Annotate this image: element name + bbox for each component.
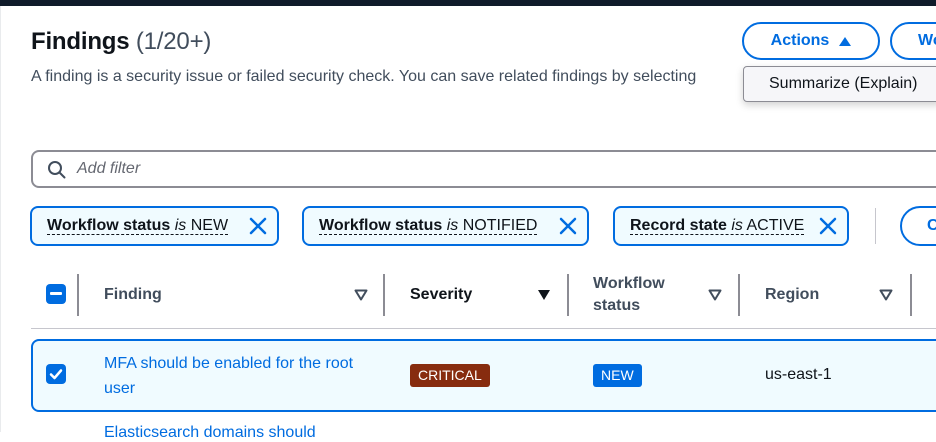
actions-menu: Summarize (Explain)	[743, 66, 936, 102]
workflow-status-badge: NEW	[593, 364, 642, 387]
findings-count: (1/20+)	[135, 28, 212, 55]
column-divider	[383, 274, 385, 316]
row-checkbox[interactable]	[46, 364, 66, 384]
filter-chip-label: Workflow status is NEW	[47, 217, 229, 235]
next-finding-link[interactable]: Elasticsearch domains should	[104, 424, 316, 442]
table-header-divider	[31, 328, 936, 329]
page-title: Findings (1/20+)	[31, 28, 211, 56]
page-title-text: Findings	[31, 28, 130, 55]
severity-badge: CRITICAL	[410, 364, 490, 387]
close-icon[interactable]	[249, 217, 267, 235]
column-header-workflow-line1: Workflow	[593, 275, 665, 292]
filter-placeholder: Add filter	[77, 160, 141, 177]
caret-up-icon	[839, 36, 852, 46]
actions-button[interactable]: Actions	[742, 22, 880, 60]
search-icon	[48, 161, 66, 179]
filter-chip[interactable]: Record state is ACTIVE	[613, 206, 849, 246]
check-icon	[49, 369, 63, 380]
left-divider	[0, 6, 1, 432]
sort-icon[interactable]	[879, 289, 893, 301]
top-nav-bar	[0, 0, 936, 6]
sort-descending-icon[interactable]	[537, 289, 551, 301]
filter-chip-label: Record state is ACTIVE	[630, 217, 805, 235]
sort-icon[interactable]	[708, 289, 722, 301]
filter-chip[interactable]: Workflow status is NEW	[30, 206, 279, 246]
column-header-finding[interactable]: Finding	[104, 286, 162, 304]
filter-chip-label: Workflow status is NOTIFIED	[319, 217, 538, 235]
finding-title-link[interactable]: MFA should be enabled for the root user	[104, 351, 364, 401]
column-divider	[738, 274, 740, 316]
menu-item-summarize[interactable]: Summarize (Explain)	[769, 75, 917, 93]
region-cell: us-east-1	[765, 366, 832, 383]
column-divider	[77, 274, 79, 316]
chip-divider	[875, 208, 876, 244]
column-divider	[567, 274, 569, 316]
actions-button-label: Actions	[770, 32, 830, 49]
page-description: A finding is a security issue or failed …	[31, 68, 697, 85]
clear-filters-button[interactable]: Clear filters	[900, 206, 936, 246]
column-header-region[interactable]: Region	[765, 286, 819, 304]
column-divider	[910, 274, 912, 316]
close-icon[interactable]	[559, 217, 577, 235]
select-all-checkbox[interactable]	[46, 284, 66, 304]
column-header-workflow-line2: status	[593, 297, 641, 314]
filter-input[interactable]: Add filter	[31, 150, 936, 188]
column-header-workflow-status[interactable]: Workflow status	[593, 273, 665, 317]
close-icon[interactable]	[819, 217, 837, 235]
workflow-status-button[interactable]: Workflow status	[890, 22, 936, 60]
sort-icon[interactable]	[354, 289, 368, 301]
filter-chip[interactable]: Workflow status is NOTIFIED	[302, 206, 589, 246]
column-header-severity[interactable]: Severity	[410, 286, 472, 304]
